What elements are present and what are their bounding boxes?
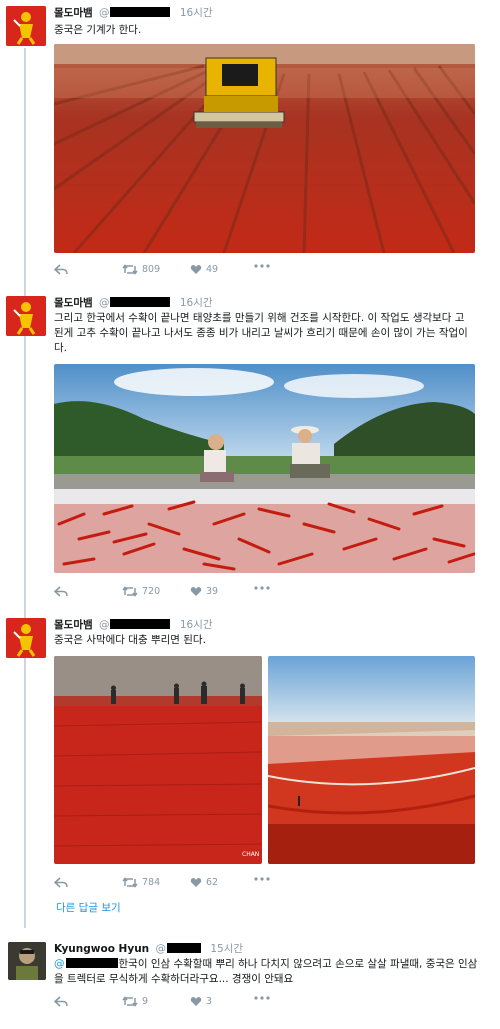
avatar[interactable]: [6, 6, 46, 46]
redacted-handle: [167, 943, 201, 953]
like-button[interactable]: 3: [190, 996, 212, 1007]
reply-button[interactable]: [54, 996, 68, 1007]
more-options-button[interactable]: [254, 996, 270, 1000]
retweet-count: 720: [142, 586, 161, 597]
reply-body: 한국이 인삼 수확할때 뿌리 하나 다치지 않으려고 손으로 살살 파낼때, 중…: [54, 958, 478, 985]
heart-icon: [190, 587, 202, 596]
tweet-text: 그리고 한국에서 수확이 끝나면 태양초를 만들기 위해 건조를 시작한다. 이…: [54, 312, 468, 354]
tweet-image-drying-peppers[interactable]: [54, 364, 475, 573]
mention-link[interactable]: @: [54, 958, 65, 970]
retweet-icon: [122, 877, 138, 888]
like-button[interactable]: 62: [190, 877, 218, 888]
retweet-icon: [122, 264, 138, 275]
more-options-button[interactable]: [254, 264, 270, 268]
like-button[interactable]: 39: [190, 586, 218, 597]
more-dots-icon: [254, 586, 270, 590]
tweet-header: 몰도마뱀 @ 16시간: [54, 296, 213, 310]
redacted-handle: [110, 619, 171, 629]
tweet-image-desert-workers[interactable]: CHAN: [54, 656, 262, 864]
more-options-button[interactable]: [254, 586, 270, 590]
reply-icon: [54, 586, 68, 597]
display-name[interactable]: 몰도마뱀: [54, 619, 93, 631]
timestamp[interactable]: 16시간: [180, 619, 213, 631]
display-name[interactable]: 몰도마뱀: [54, 297, 93, 309]
show-more-replies-link[interactable]: 다른 답글 보기: [56, 900, 121, 915]
reply-icon: [54, 877, 68, 888]
user-handle[interactable]: @: [99, 619, 110, 631]
retweet-count: 809: [142, 264, 161, 275]
timestamp[interactable]: 16시간: [180, 7, 213, 19]
heart-icon: [190, 997, 202, 1006]
tweet-header: 몰도마뱀 @ 16시간: [54, 618, 213, 632]
thread-line: [24, 48, 26, 928]
redacted-mention: [65, 958, 118, 968]
retweet-icon: [122, 996, 138, 1007]
reply-button[interactable]: [54, 877, 68, 888]
tweet-text: 중국은 사막에다 대충 뿌리면 된다.: [54, 634, 206, 646]
tweet-image-desert-field[interactable]: [268, 656, 475, 864]
like-count: 49: [206, 264, 219, 275]
avatar[interactable]: [6, 618, 46, 658]
user-handle[interactable]: @: [99, 297, 110, 309]
user-handle[interactable]: @: [99, 7, 110, 19]
user-handle[interactable]: @: [156, 943, 167, 955]
image-watermark: CHAN: [242, 851, 259, 858]
reply-icon: [54, 264, 68, 275]
retweet-button[interactable]: 784: [122, 877, 160, 888]
more-dots-icon: [254, 264, 270, 268]
timestamp[interactable]: 16시간: [180, 297, 213, 309]
like-count: 39: [206, 586, 219, 597]
avatar[interactable]: [6, 296, 46, 336]
display-name[interactable]: Kyungwoo Hyun: [54, 943, 149, 955]
redacted-handle: [110, 297, 171, 307]
more-options-button[interactable]: [254, 877, 270, 881]
retweet-button[interactable]: 9: [122, 996, 148, 1007]
reply-icon: [54, 996, 68, 1007]
tweet-text: @ 한국이 인삼 수확할때 뿌리 하나 다치지 않으려고 손으로 살살 파낼때, …: [54, 957, 484, 987]
tweet-image-tractor-field[interactable]: [54, 44, 475, 253]
tweet-header: Kyungwoo Hyun @ 15시간: [54, 942, 243, 956]
like-count: 3: [206, 996, 213, 1007]
retweet-count: 9: [142, 996, 149, 1007]
heart-icon: [190, 265, 202, 274]
like-count: 62: [206, 877, 219, 888]
like-button[interactable]: 49: [190, 264, 218, 275]
display-name[interactable]: 몰도마뱀: [54, 7, 93, 19]
retweet-button[interactable]: 809: [122, 264, 160, 275]
heart-icon: [190, 878, 202, 887]
tweet-header: 몰도마뱀 @ 16시간: [54, 6, 213, 20]
more-dots-icon: [254, 996, 270, 1000]
avatar[interactable]: [8, 942, 46, 980]
tweet-text: 중국은 기계가 한다.: [54, 24, 142, 36]
retweet-count: 784: [142, 877, 161, 888]
more-dots-icon: [254, 877, 270, 881]
reply-button[interactable]: [54, 264, 68, 275]
retweet-button[interactable]: 720: [122, 586, 160, 597]
redacted-handle: [110, 7, 171, 17]
reply-button[interactable]: [54, 586, 68, 597]
timestamp[interactable]: 15시간: [210, 943, 243, 955]
retweet-icon: [122, 586, 138, 597]
